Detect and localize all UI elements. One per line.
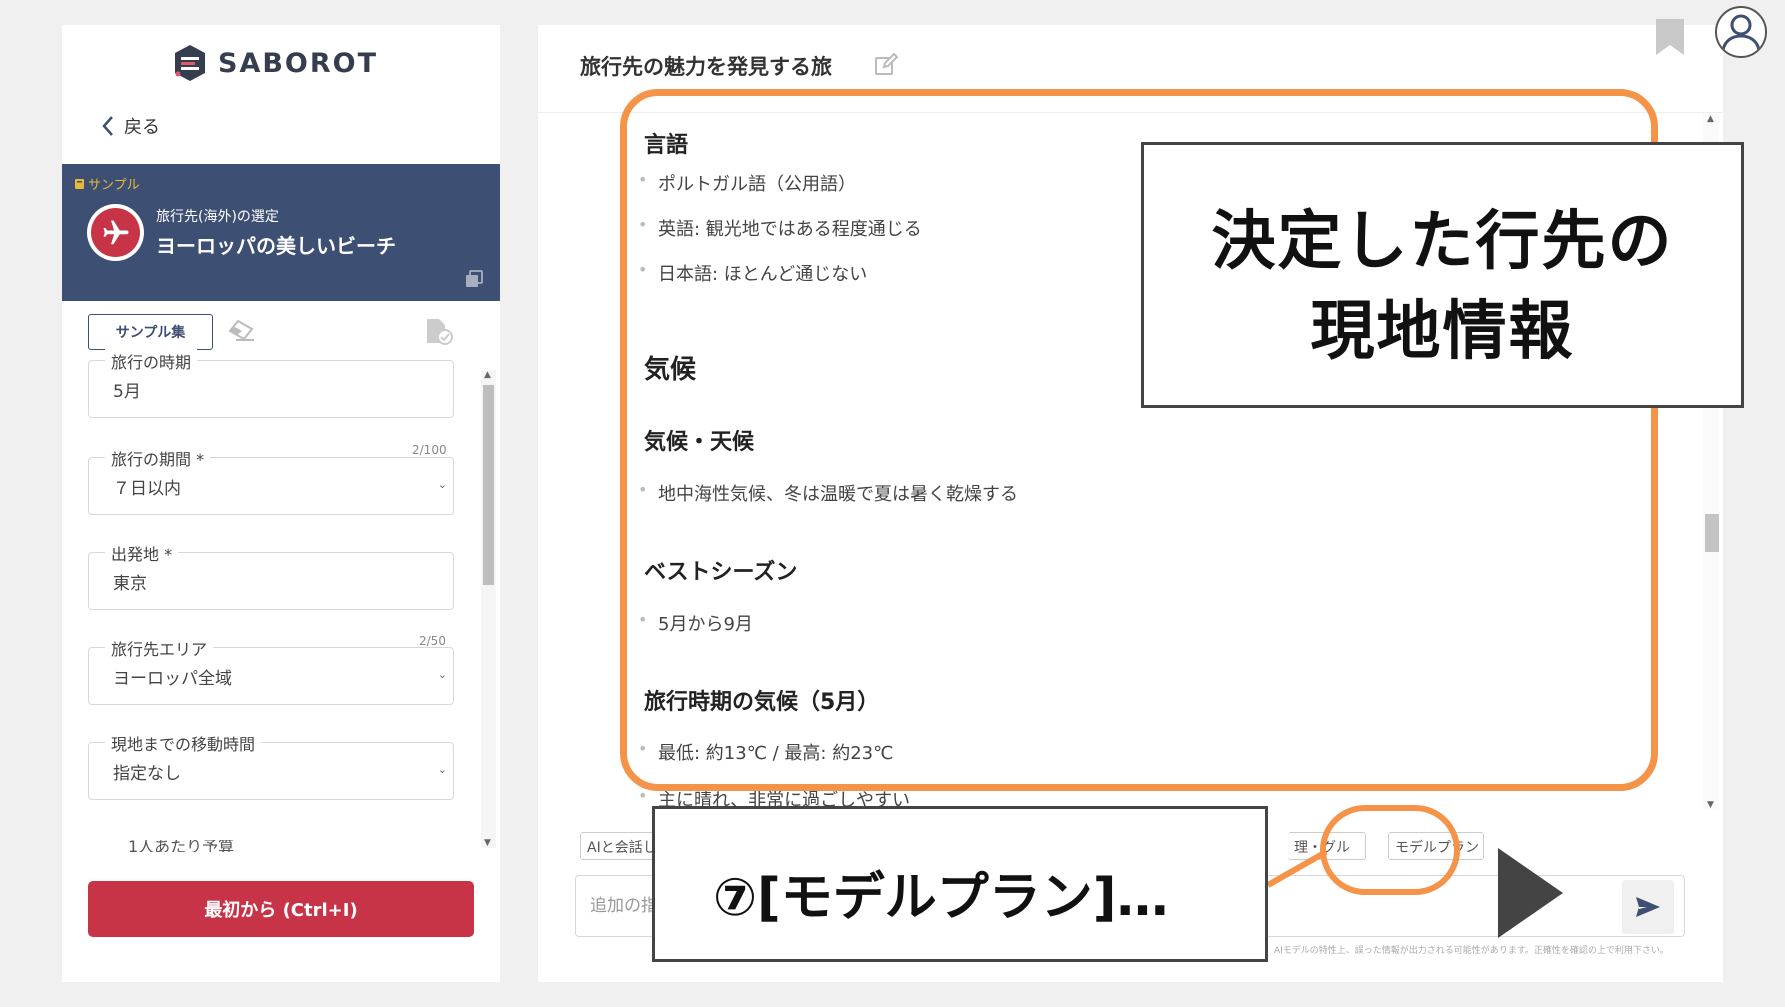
book-icon — [75, 178, 84, 189]
callout-line: 決定した行先の — [1211, 205, 1674, 279]
disclaimer: AIモデルの特性上、誤った情報が出力される可能性があります。正確性を確認の上で利… — [1274, 946, 1669, 956]
callout-line: 現地情報 — [1310, 295, 1575, 369]
sample-subtitle: 旅行先(海外)の選定 — [156, 209, 279, 225]
field-value: ７日以内 — [113, 479, 181, 499]
sample-list-button[interactable]: サンプル集 — [88, 314, 213, 350]
char-counter: 2/100 — [412, 443, 447, 457]
bookmark-icon[interactable] — [1655, 18, 1685, 56]
field-value: 東京 — [113, 574, 147, 594]
chevron-left-icon — [102, 116, 113, 136]
scroll-down-icon[interactable]: ▼ — [484, 838, 491, 848]
eraser-icon[interactable] — [228, 319, 256, 341]
chevron-down-icon: ⌄ — [437, 763, 447, 776]
chip-ai-talk[interactable]: AIと会話し — [580, 832, 656, 860]
document-check-icon[interactable] — [424, 317, 454, 345]
left-scrollbar[interactable]: ▲ ▼ — [481, 370, 496, 848]
user-icon — [1721, 14, 1761, 51]
select-travel-time[interactable]: 現地までの移動時間 指定なし ⌄ — [88, 731, 454, 800]
sample-card[interactable]: サンプル 旅行先(海外)の選定 ヨーロッパの美しいビーチ — [62, 164, 500, 301]
field-value: ヨーロッパ全域 — [113, 669, 232, 689]
back-link[interactable]: 戻る — [102, 113, 160, 139]
user-avatar[interactable] — [1715, 6, 1767, 58]
field-value: 指定なし — [113, 764, 181, 784]
select-travel-duration[interactable]: 旅行の期間 * ７日以内 ⌄ — [88, 446, 454, 515]
field-travel-period[interactable]: 旅行の時期 5月 — [88, 349, 454, 418]
edit-icon[interactable] — [874, 53, 898, 77]
scrollbar-thumb[interactable] — [1705, 514, 1719, 552]
reset-button[interactable]: 最初から (Ctrl+I) — [88, 881, 474, 937]
char-counter: 2/50 — [419, 634, 446, 648]
plane-badge — [87, 204, 144, 261]
chevron-down-icon: ⌄ — [437, 478, 447, 491]
select-destination-area[interactable]: 旅行先エリア ヨーロッパ全域 ⌄ — [88, 636, 454, 705]
callout-box: 決定した行先の 現地情報 — [1141, 142, 1744, 408]
copy-icon[interactable] — [464, 269, 484, 289]
chat-title: 旅行先の魅力を発見する旅 — [580, 55, 832, 79]
saborot-logo-icon — [175, 45, 205, 81]
scroll-down-icon[interactable]: ▼ — [1707, 800, 1714, 810]
sample-title: ヨーロッパの美しいビーチ — [156, 234, 396, 258]
logo-text: SABOROT — [218, 47, 379, 79]
field-label-budget: 1人あたり予算 — [128, 840, 235, 852]
chevron-down-icon: ⌄ — [437, 668, 447, 681]
sample-tag: サンプル — [74, 174, 140, 193]
scrollbar-thumb[interactable] — [483, 385, 494, 585]
airplane-icon — [103, 220, 128, 244]
scroll-up-icon[interactable]: ▲ — [1707, 114, 1714, 124]
step-text: ⑦[モデルプラン]… — [713, 868, 1169, 928]
arrow-right-icon — [1498, 848, 1563, 938]
field-value: 5月 — [113, 382, 141, 402]
scroll-up-icon[interactable]: ▲ — [484, 370, 491, 380]
step-box: ⑦[モデルプラン]… — [652, 806, 1268, 962]
logo[interactable]: SABOROT — [172, 43, 378, 83]
chip-highlight-circle — [1320, 805, 1460, 895]
left-panel: SABOROT 戻る サンプル 旅行先(海外)の選定 ヨーロッパの美しいビーチ — [62, 25, 500, 982]
field-departure[interactable]: 出発地 * 東京 — [88, 541, 454, 610]
send-icon — [1636, 897, 1660, 917]
back-label: 戻る — [124, 117, 160, 138]
send-button[interactable] — [1622, 880, 1674, 934]
